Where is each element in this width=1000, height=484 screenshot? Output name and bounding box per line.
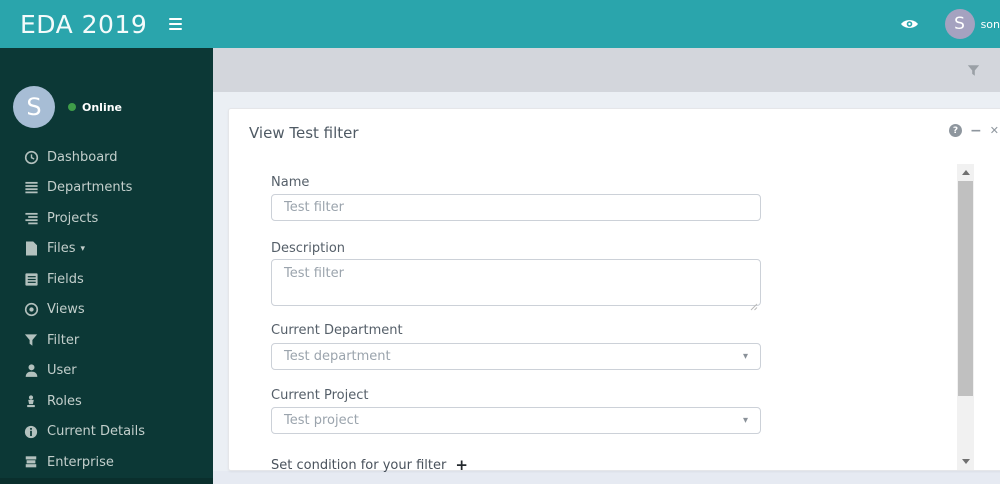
file-icon <box>23 241 39 256</box>
sidebar-item-fields[interactable]: Fields <box>0 264 213 295</box>
stack-icon <box>23 455 39 469</box>
select-caret-icon: ▾ <box>742 351 748 362</box>
description-label: Description <box>271 241 346 256</box>
sidebar: S Online Dashboard Departments Projects <box>0 48 213 484</box>
hamburger-menu-icon[interactable] <box>169 18 183 30</box>
status-label: Online <box>82 100 123 114</box>
current-project-select[interactable]: Test project ▾ <box>271 407 761 434</box>
user-avatar[interactable]: S <box>944 9 975 39</box>
scroll-down-icon[interactable] <box>957 453 974 470</box>
app-title: EDA 2019 <box>20 9 148 39</box>
sidebar-item-filter[interactable]: Filter <box>0 325 213 356</box>
status-badge: Online <box>68 101 122 114</box>
sidebar-item-enterprise[interactable]: Enterprise <box>0 447 213 478</box>
panel-title: View Test filter <box>249 124 359 142</box>
toolbar <box>213 48 1000 92</box>
name-label: Name <box>271 175 310 190</box>
info-circle-icon <box>23 425 39 439</box>
chess-pawn-icon <box>23 394 39 409</box>
clock-icon <box>23 150 39 165</box>
eye-icon[interactable] <box>900 17 919 31</box>
select-caret-icon: ▾ <box>742 415 748 426</box>
online-dot-icon <box>68 103 76 111</box>
minimize-icon[interactable]: − <box>970 124 982 138</box>
sidebar-item-dashboard[interactable]: Dashboard <box>0 142 213 173</box>
scroll-up-icon[interactable] <box>957 164 974 181</box>
add-condition-icon[interactable]: + <box>455 458 468 473</box>
view-filter-panel: View Test filter ? − ✕ Name Description … <box>228 108 1000 473</box>
description-textarea[interactable]: Test filter <box>271 259 761 306</box>
toolbar-funnel-icon[interactable] <box>967 62 980 81</box>
username[interactable]: son <box>981 18 1000 31</box>
current-department-select[interactable]: Test department ▾ <box>271 343 761 370</box>
sidebar-item-user[interactable]: User <box>0 356 213 387</box>
app-header: EDA 2019 S son <box>0 0 1000 48</box>
current-project-label: Current Project <box>271 388 369 403</box>
sidebar-item-files[interactable]: Files ▾ <box>0 234 213 265</box>
sidebar-item-current-details[interactable]: Current Details <box>0 417 213 448</box>
panel-scrollbar[interactable] <box>957 164 974 470</box>
name-input[interactable] <box>271 194 761 221</box>
profile-avatar: S <box>13 86 55 128</box>
current-department-label: Current Department <box>271 323 403 338</box>
sidebar-footer <box>0 478 213 484</box>
sidebar-item-projects[interactable]: Projects <box>0 203 213 234</box>
chevron-down-icon: ▾ <box>80 243 86 254</box>
help-icon[interactable]: ? <box>949 124 962 137</box>
close-icon[interactable]: ✕ <box>990 124 999 137</box>
scrollbar-thumb[interactable] <box>958 181 973 396</box>
task-list-icon <box>23 211 39 226</box>
funnel-icon <box>23 333 39 347</box>
sidebar-item-departments[interactable]: Departments <box>0 173 213 204</box>
radio-target-icon <box>23 302 39 317</box>
sidebar-item-views[interactable]: Views <box>0 295 213 326</box>
set-condition-label: Set condition for your filter <box>271 458 447 473</box>
sidebar-item-roles[interactable]: Roles <box>0 386 213 417</box>
list-lines-icon <box>23 180 39 195</box>
table-list-icon <box>23 272 39 287</box>
sidebar-menu: Dashboard Departments Projects Files ▾ F… <box>0 142 213 478</box>
person-icon <box>23 363 39 378</box>
